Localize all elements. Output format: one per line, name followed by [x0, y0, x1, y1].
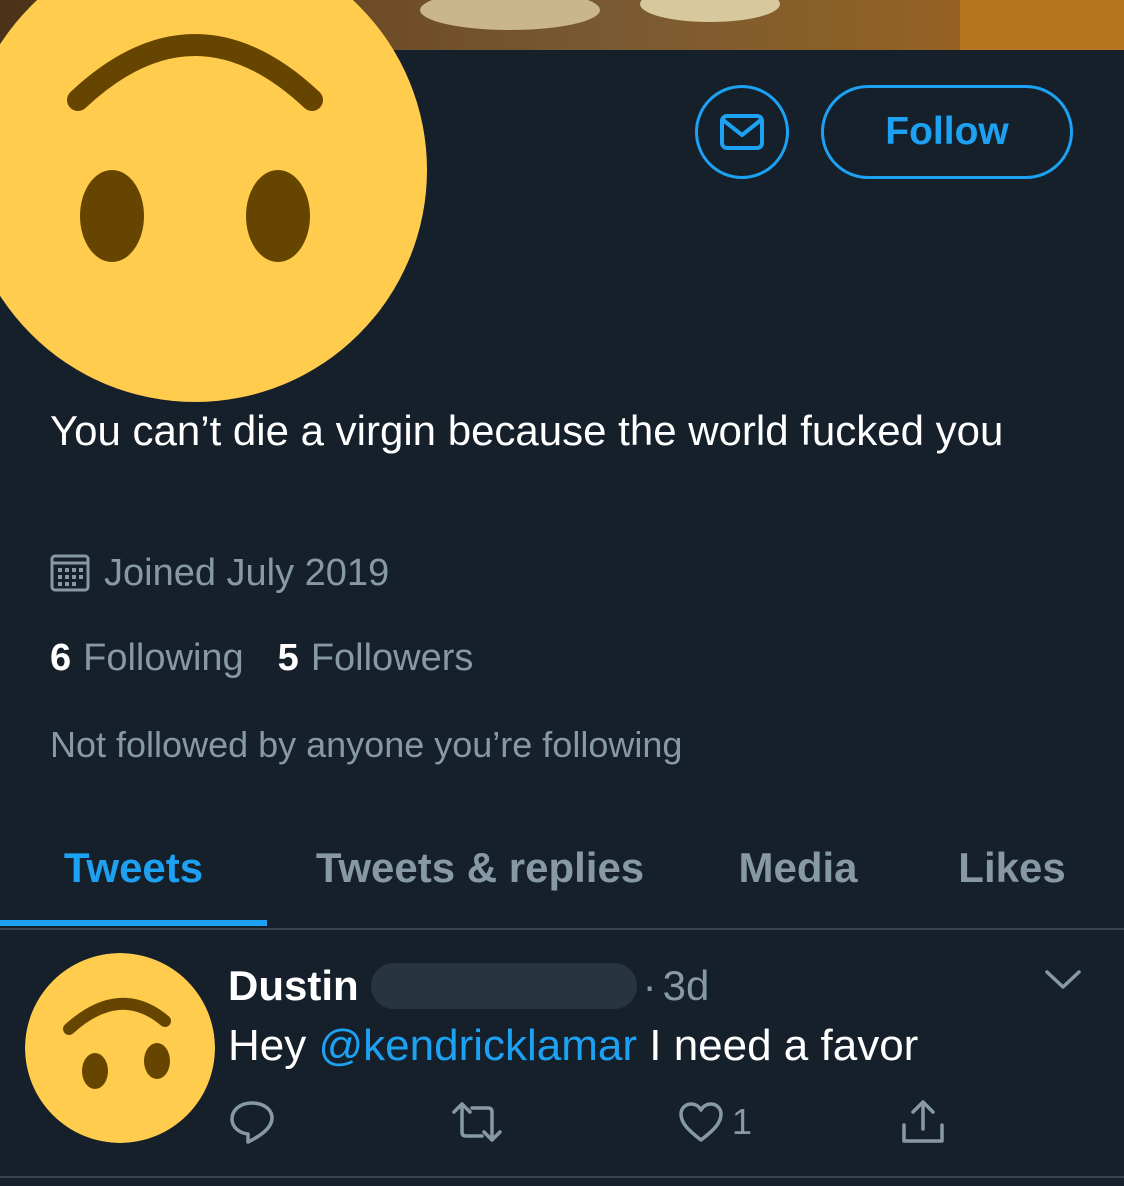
- tweet-timestamp[interactable]: 3d: [663, 962, 710, 1010]
- tweet-header: Dustin · 3d: [228, 958, 709, 1014]
- tweet-text-suffix: I need a favor: [637, 1021, 919, 1070]
- calendar-icon: [50, 553, 90, 593]
- following-label: Following: [83, 636, 244, 679]
- message-button[interactable]: [695, 85, 789, 179]
- profile-avatar[interactable]: [0, 0, 428, 402]
- retweet-icon: [450, 1100, 504, 1144]
- tweet-separator: ·: [642, 962, 657, 1009]
- profile-bio: You can’t die a virgin because the world…: [50, 407, 1004, 454]
- joined-text: Joined July 2019: [104, 551, 390, 594]
- tweet-text-prefix: Hey: [228, 1021, 319, 1070]
- reply-button[interactable]: [228, 1092, 276, 1152]
- following-count: 6: [50, 636, 72, 679]
- redacted-handle: [370, 963, 637, 1009]
- tweet-avatar[interactable]: [25, 953, 215, 1143]
- follow-stats: 6 Following 5 Followers: [50, 632, 473, 684]
- tab-tweets-replies[interactable]: Tweets & replies: [280, 818, 680, 918]
- tweet-author-name[interactable]: Dustin: [228, 962, 359, 1010]
- like-button[interactable]: 1: [678, 1092, 752, 1152]
- retweet-button[interactable]: [450, 1092, 504, 1152]
- share-button[interactable]: [900, 1092, 946, 1152]
- followers-count: 5: [277, 636, 299, 679]
- follow-button[interactable]: Follow: [821, 85, 1073, 179]
- tab-tweets[interactable]: Tweets: [0, 818, 267, 918]
- not-followed-note: Not followed by anyone you’re following: [50, 724, 683, 765]
- tweet-item[interactable]: Dustin · 3d Hey @kendricklamar I need a …: [0, 930, 1124, 1176]
- joined-date: Joined July 2019: [50, 548, 389, 598]
- following-stat[interactable]: 6 Following: [50, 637, 244, 680]
- tab-media[interactable]: Media: [700, 818, 896, 918]
- followers-label: Followers: [310, 636, 474, 679]
- envelope-icon: [719, 113, 765, 151]
- like-count: 1: [732, 1101, 753, 1142]
- tweet-actions: 1: [228, 1092, 988, 1152]
- active-tab-indicator: [0, 920, 267, 926]
- reply-icon: [228, 1099, 276, 1145]
- tab-likes[interactable]: Likes: [920, 818, 1104, 918]
- tweet-divider: [0, 1176, 1124, 1178]
- followers-stat[interactable]: 5 Followers: [278, 637, 474, 680]
- tweet-mention-link[interactable]: @kendricklamar: [318, 1021, 637, 1070]
- share-icon: [900, 1099, 946, 1145]
- chevron-down-icon[interactable]: [1044, 968, 1082, 997]
- profile-tabs: Tweets Tweets & replies Media Likes: [0, 818, 1124, 928]
- tweet-text: Hey @kendricklamar I need a favor: [228, 1018, 918, 1074]
- heart-icon: [678, 1101, 724, 1143]
